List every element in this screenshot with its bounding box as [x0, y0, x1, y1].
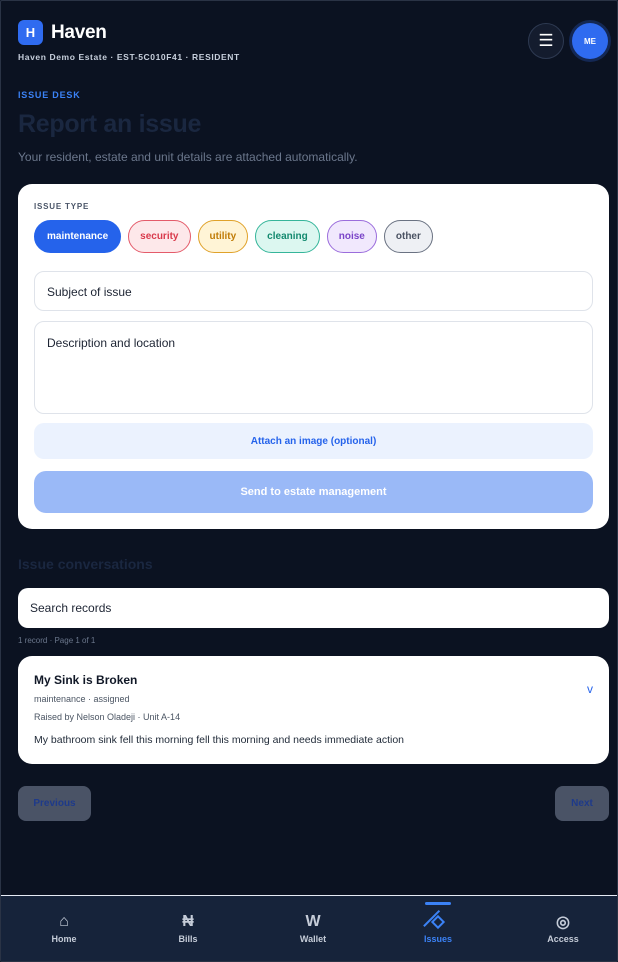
wallet-icon: W: [305, 913, 321, 930]
page-subtitle: Your resident, estate and unit details a…: [18, 150, 358, 164]
issue-title: My Sink is Broken: [34, 673, 138, 687]
app-header: H Haven Haven Demo Estate · EST-5C010F41…: [18, 20, 608, 70]
issues-icon: [423, 909, 446, 930]
nav-wallet[interactable]: W Wallet: [253, 896, 373, 961]
chip-security[interactable]: security: [128, 220, 191, 253]
list-item[interactable]: My Sink is Broken maintenance · assigned…: [18, 656, 609, 764]
send-button[interactable]: Send to estate management: [34, 471, 593, 513]
issue-description: My bathroom sink fell this morning fell …: [34, 734, 405, 746]
hamburger-icon: ☰: [538, 31, 554, 50]
chevron-down-icon[interactable]: v: [587, 682, 593, 696]
logo-icon: H: [18, 20, 43, 45]
nav-wallet-label: Wallet: [299, 934, 327, 944]
nav-home[interactable]: ⌂ Home: [4, 896, 124, 961]
issue-raised-by: Raised by Nelson Oladeji · Unit A-14: [34, 712, 181, 722]
nav-bills-label: Bills: [178, 934, 198, 944]
record-count: 1 record · Page 1 of 1: [18, 636, 96, 645]
chip-other[interactable]: other: [383, 220, 433, 253]
description-textarea[interactable]: Description and location: [34, 321, 593, 414]
access-icon: ◎: [556, 914, 570, 931]
page-eyebrow: ISSUE DESK: [18, 90, 81, 100]
issue-type-chips: maintenance security utility cleaning no…: [34, 220, 433, 253]
chip-noise[interactable]: noise: [326, 220, 377, 253]
issue-type-label: ISSUE TYPE: [34, 202, 90, 211]
issue-meta: maintenance · assigned: [34, 694, 130, 704]
nav-issues[interactable]: Issues: [378, 896, 498, 961]
avatar[interactable]: ME: [572, 23, 608, 59]
app-name: Haven: [51, 22, 107, 43]
chip-cleaning[interactable]: cleaning: [255, 220, 320, 253]
page-title: Report an issue: [18, 110, 202, 138]
menu-button[interactable]: ☰: [528, 23, 564, 59]
previous-button[interactable]: Previous: [18, 786, 91, 821]
active-tab-indicator: [425, 902, 451, 905]
home-icon: ⌂: [59, 913, 69, 930]
subject-input[interactable]: Subject of issue: [34, 271, 593, 311]
naira-icon: ₦: [182, 913, 194, 930]
nav-access[interactable]: ◎ Access: [503, 896, 618, 961]
chip-maintenance[interactable]: maintenance: [34, 220, 122, 253]
nav-bills[interactable]: ₦ Bills: [128, 896, 248, 961]
attach-image-button[interactable]: Attach an image (optional): [34, 423, 593, 459]
nav-issues-label: Issues: [423, 934, 453, 944]
nav-access-label: Access: [547, 934, 579, 944]
estate-context: Haven Demo Estate · EST-5C010F41 · RESID…: [18, 52, 240, 62]
report-issue-form: ISSUE TYPE maintenance security utility …: [18, 184, 609, 529]
next-button[interactable]: Next: [555, 786, 609, 821]
conversations-title: Issue conversations: [18, 556, 153, 572]
chip-utility[interactable]: utility: [197, 220, 249, 253]
bottom-nav: ⌂ Home ₦ Bills W Wallet Issues ◎ Access: [1, 895, 617, 961]
search-input[interactable]: Search records: [18, 588, 609, 628]
nav-home-label: Home: [51, 934, 77, 944]
